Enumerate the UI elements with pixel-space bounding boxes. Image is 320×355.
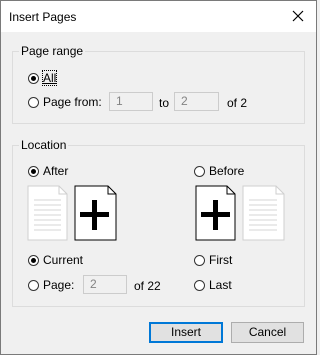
before-radio-circle[interactable] [194, 165, 205, 177]
first-radio-circle[interactable] [194, 254, 205, 266]
before-illustration [195, 185, 285, 241]
after-radio-circle[interactable] [28, 165, 39, 177]
before-radio[interactable]: Before [194, 164, 244, 178]
plus-page-icon [74, 185, 117, 241]
of-pages-label: of 22 [134, 279, 161, 293]
current-label: Current [43, 253, 84, 267]
insert-pages-dialog: Insert Pages Page range All Page from: 1… [0, 0, 317, 355]
last-label: Last [209, 278, 232, 292]
blank-page-icon [242, 185, 285, 241]
last-radio-circle[interactable] [194, 279, 205, 291]
blank-page-icon [27, 185, 68, 241]
to-label: to [159, 96, 170, 110]
all-radio-circle[interactable] [28, 72, 39, 84]
of-total-label: of 2 [227, 96, 248, 110]
page-number-input[interactable]: 2 [83, 275, 127, 294]
page-radio-circle[interactable] [28, 279, 39, 291]
after-radio[interactable]: After [28, 164, 68, 178]
title-bar: Insert Pages [1, 1, 316, 32]
all-radio[interactable]: All [28, 70, 58, 86]
page-radio[interactable]: Page: [28, 278, 74, 292]
page-from-radio-circle[interactable] [28, 96, 39, 108]
page-from-label: Page from: [43, 95, 102, 109]
current-radio-circle[interactable] [28, 254, 39, 266]
current-radio[interactable]: Current [28, 253, 83, 267]
first-radio[interactable]: First [194, 253, 232, 267]
page-range-label: Page range [19, 44, 86, 58]
page-range-group: Page range [12, 44, 305, 124]
cancel-button[interactable]: Cancel [231, 322, 304, 343]
first-label: First [209, 253, 233, 267]
before-label: Before [209, 164, 245, 178]
close-icon[interactable] [286, 5, 310, 27]
insert-button[interactable]: Insert [149, 322, 223, 343]
page-from-radio[interactable]: Page from: [28, 95, 102, 109]
after-illustration [27, 185, 117, 241]
last-radio[interactable]: Last [194, 278, 232, 292]
page-label: Page: [43, 278, 75, 292]
plus-page-icon [195, 185, 236, 241]
all-radio-label: All [41, 70, 58, 86]
location-label: Location [19, 138, 69, 152]
page-to-input[interactable]: 2 [174, 92, 219, 111]
dialog-title: Insert Pages [9, 10, 77, 24]
page-from-input[interactable]: 1 [109, 92, 153, 111]
after-label: After [43, 164, 69, 178]
